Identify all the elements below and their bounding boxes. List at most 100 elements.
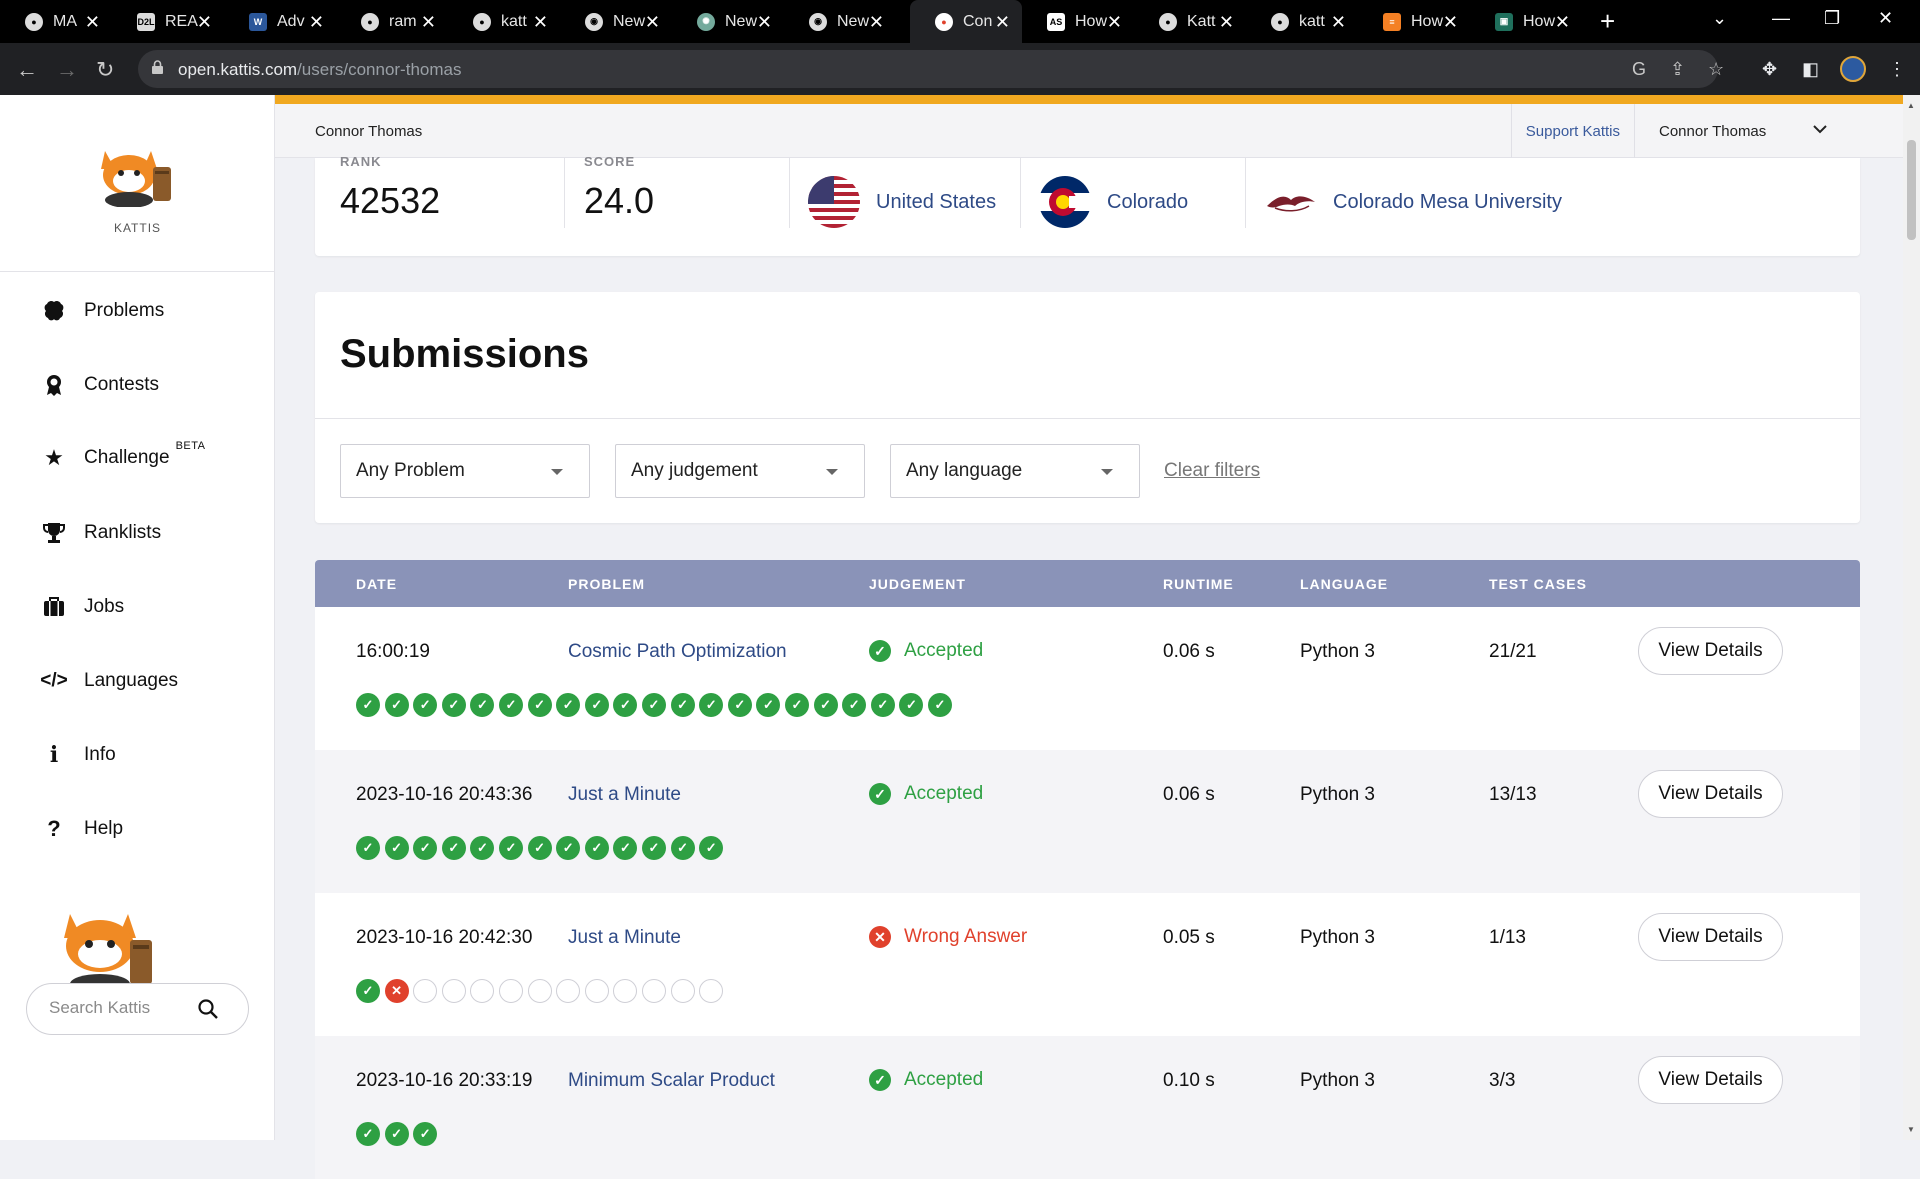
sidebar-item-contests[interactable]: Contests [40, 365, 159, 405]
search-input[interactable] [49, 998, 189, 1018]
language-value: Python 3 [1300, 784, 1375, 805]
test-pass-icon: ✓ [356, 1122, 380, 1146]
close-tab-icon[interactable]: ✕ [645, 12, 660, 33]
clear-filters-link[interactable]: Clear filters [1164, 460, 1260, 482]
test-not-run-icon [413, 979, 438, 1003]
column-header-runtime: RUNTIME [1163, 576, 1234, 592]
browser-tab[interactable]: ● MA ✕ [0, 0, 112, 43]
back-button[interactable]: ← [16, 57, 38, 83]
menu-kebab-icon[interactable]: ⋮ [1888, 59, 1906, 80]
browser-tab[interactable]: ● Katt ✕ [1134, 0, 1246, 43]
test-pass-icon: ✓ [384, 693, 409, 717]
browser-tab[interactable]: ✺ New ✕ [672, 0, 784, 43]
google-icon[interactable]: G [1632, 59, 1646, 80]
scrollbar-thumb[interactable] [1907, 140, 1916, 240]
problem-link[interactable]: Cosmic Path Optimization [568, 641, 787, 663]
close-tab-icon[interactable]: ✕ [1555, 12, 1570, 33]
problem-link[interactable]: Just a Minute [568, 784, 681, 806]
search-icon[interactable] [197, 998, 219, 1020]
extensions-icon[interactable]: ✥ [1762, 59, 1777, 80]
problem-filter-select[interactable]: Any Problem [340, 444, 590, 498]
language-filter-select[interactable]: Any language [890, 444, 1140, 498]
close-tab-icon[interactable]: ✕ [995, 12, 1010, 33]
sidebar-item-jobs[interactable]: Jobs [40, 587, 124, 627]
judgement-filter-select[interactable]: Any judgement [615, 444, 865, 498]
close-tab-icon[interactable]: ✕ [1219, 12, 1234, 33]
reload-button[interactable]: ↻ [96, 57, 114, 83]
browser-tab[interactable]: W Adv ✕ [224, 0, 336, 43]
close-window-button[interactable]: ✕ [1878, 8, 1893, 29]
close-tab-icon[interactable]: ✕ [1443, 12, 1458, 33]
problem-link[interactable]: Just a Minute [568, 927, 681, 949]
close-tab-icon[interactable]: ✕ [533, 12, 548, 33]
profile-user-name: Connor Thomas [315, 123, 423, 140]
close-tab-icon[interactable]: ✕ [197, 12, 212, 33]
university-link[interactable]: Colorado Mesa University [1265, 176, 1562, 228]
browser-tab[interactable]: ≡ How ✕ [1358, 0, 1470, 43]
test-pass-icon: ✓ [384, 836, 409, 860]
tab-search-icon[interactable]: ⌄ [1712, 8, 1727, 29]
check-circle-icon: ✓ [869, 640, 891, 662]
view-details-button[interactable]: View Details [1638, 770, 1783, 818]
profile-avatar[interactable] [1840, 56, 1866, 82]
state-name: Colorado [1107, 190, 1189, 213]
close-tab-icon[interactable]: ✕ [869, 12, 884, 33]
forward-button[interactable]: → [56, 57, 78, 83]
sidebar-item-ranklists[interactable]: Ranklists [40, 513, 161, 553]
close-tab-icon[interactable]: ✕ [1107, 12, 1122, 33]
view-details-button[interactable]: View Details [1638, 1056, 1783, 1104]
close-tab-icon[interactable]: ✕ [85, 12, 100, 33]
browser-tab[interactable]: AS How ✕ [1022, 0, 1134, 43]
chrome-icon: ◉ [809, 12, 827, 31]
browser-tab[interactable]: ◉ New ✕ [560, 0, 672, 43]
runtime-value: 0.10 s [1163, 1070, 1215, 1091]
sidebar-item-help[interactable]: ? Help [40, 809, 123, 849]
judgement-text: Wrong Answer [904, 926, 1028, 947]
chrome-icon: ◉ [585, 12, 603, 31]
close-tab-icon[interactable]: ✕ [309, 12, 324, 33]
restore-button[interactable]: ❐ [1824, 8, 1840, 29]
support-kattis-link[interactable]: Support Kattis [1510, 104, 1635, 158]
sidebar-divider [0, 271, 275, 272]
minimize-button[interactable]: — [1772, 8, 1790, 29]
kattis-logo[interactable] [95, 145, 181, 207]
problem-link[interactable]: Minimum Scalar Product [568, 1070, 775, 1092]
brain-icon [40, 297, 68, 325]
sidebar-item-challenge[interactable]: ★ Challenge BETA [40, 438, 206, 478]
account-menu[interactable]: Connor Thomas [1635, 104, 1903, 158]
sidebar-item-problems[interactable]: Problems [40, 291, 164, 331]
browser-tab-active[interactable]: ● Con ✕ [910, 0, 1022, 43]
view-details-button[interactable]: View Details [1638, 913, 1783, 961]
scroll-down-arrow-icon[interactable]: ▼ [1907, 1125, 1915, 1134]
view-details-button[interactable]: View Details [1638, 627, 1783, 675]
browser-tab[interactable]: ▣ How ✕ [1470, 0, 1582, 43]
sidebar-item-info[interactable]: i Info [40, 735, 116, 775]
browser-tab[interactable]: ● katt ✕ [448, 0, 560, 43]
side-panel-icon[interactable]: ◧ [1802, 59, 1819, 80]
state-link[interactable]: Colorado [1039, 176, 1188, 228]
stat-divider [564, 158, 565, 228]
share-icon[interactable]: ⇪ [1670, 59, 1685, 80]
scroll-up-arrow-icon[interactable]: ▲ [1907, 101, 1915, 110]
country-link[interactable]: United States [808, 176, 996, 228]
test-pass-icon: ✓ [384, 1122, 409, 1146]
sidebar-item-languages[interactable]: </> Languages [40, 661, 178, 701]
browser-tab[interactable]: ● ram ✕ [336, 0, 448, 43]
language-filter-value: Any language [906, 460, 1023, 481]
close-tab-icon[interactable]: ✕ [421, 12, 436, 33]
browser-tab[interactable]: ● katt ✕ [1246, 0, 1358, 43]
university-logo-icon [1267, 196, 1315, 212]
page-scrollbar[interactable]: ▲ ▼ [1903, 95, 1920, 1140]
bookmark-star-icon[interactable]: ☆ [1708, 59, 1724, 80]
logo-label: KATTIS [113, 221, 162, 235]
close-tab-icon[interactable]: ✕ [757, 12, 772, 33]
browser-tab[interactable]: ◉ New ✕ [784, 0, 896, 43]
close-tab-icon[interactable]: ✕ [1331, 12, 1346, 33]
new-tab-button[interactable]: + [1600, 6, 1615, 37]
search-box [26, 983, 249, 1035]
test-not-run-icon [527, 979, 552, 1003]
url-field[interactable]: open.kattis.com/users/connor-thomas G ⇪ … [138, 50, 1724, 88]
score-label: SCORE [584, 154, 636, 169]
browser-tab[interactable]: D2L REA ✕ [112, 0, 224, 43]
kattis-icon: ● [935, 12, 953, 31]
